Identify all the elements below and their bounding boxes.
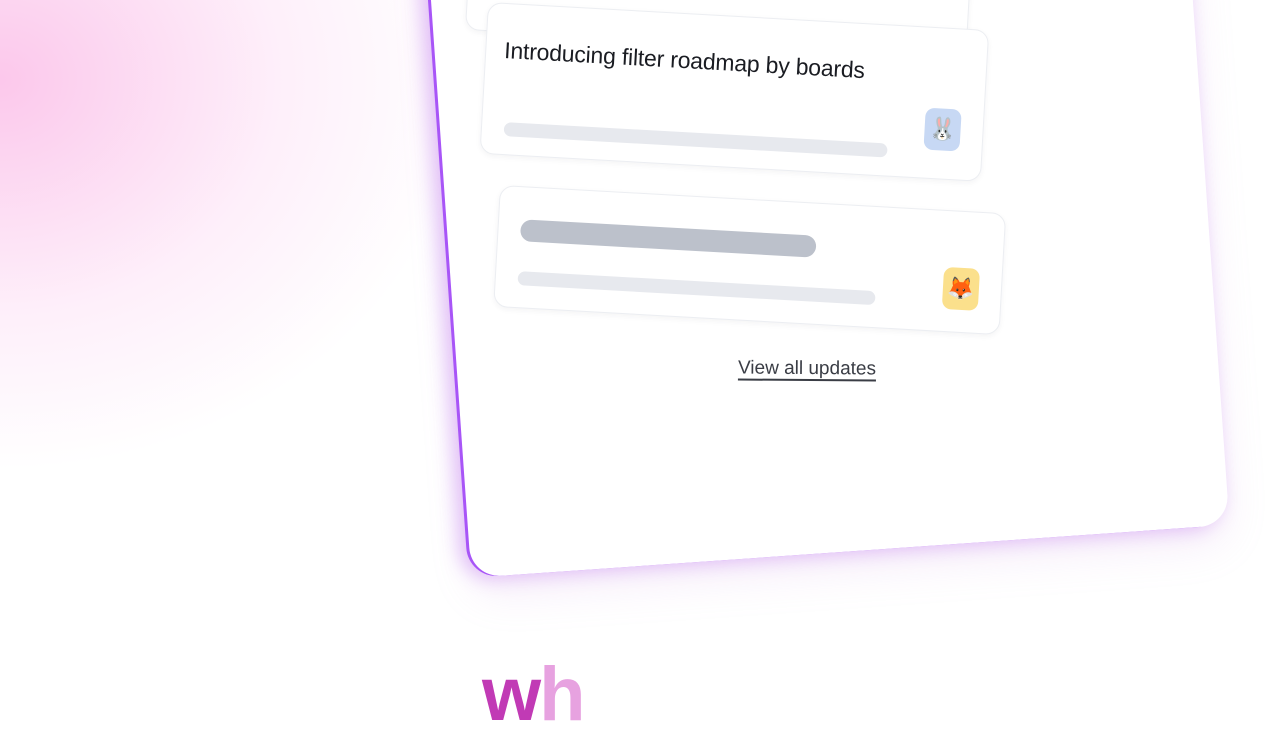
view-all-updates-link[interactable]: View all updates [738, 358, 876, 381]
headline-letter-w: w [482, 652, 541, 737]
headline-fragment: wh [482, 650, 586, 740]
skeleton-line [517, 271, 876, 306]
fox-icon: 🦊 [941, 266, 981, 311]
headline-letter-h: h [539, 652, 585, 737]
update-card-title: Introducing filter roadmap by boards [503, 37, 866, 84]
skeleton-line [503, 122, 888, 158]
update-card[interactable]: Introducing filter roadmap by boards 🐰 [479, 2, 990, 182]
skeleton-title [519, 219, 817, 258]
rabbit-icon: 🐰 [923, 107, 962, 152]
